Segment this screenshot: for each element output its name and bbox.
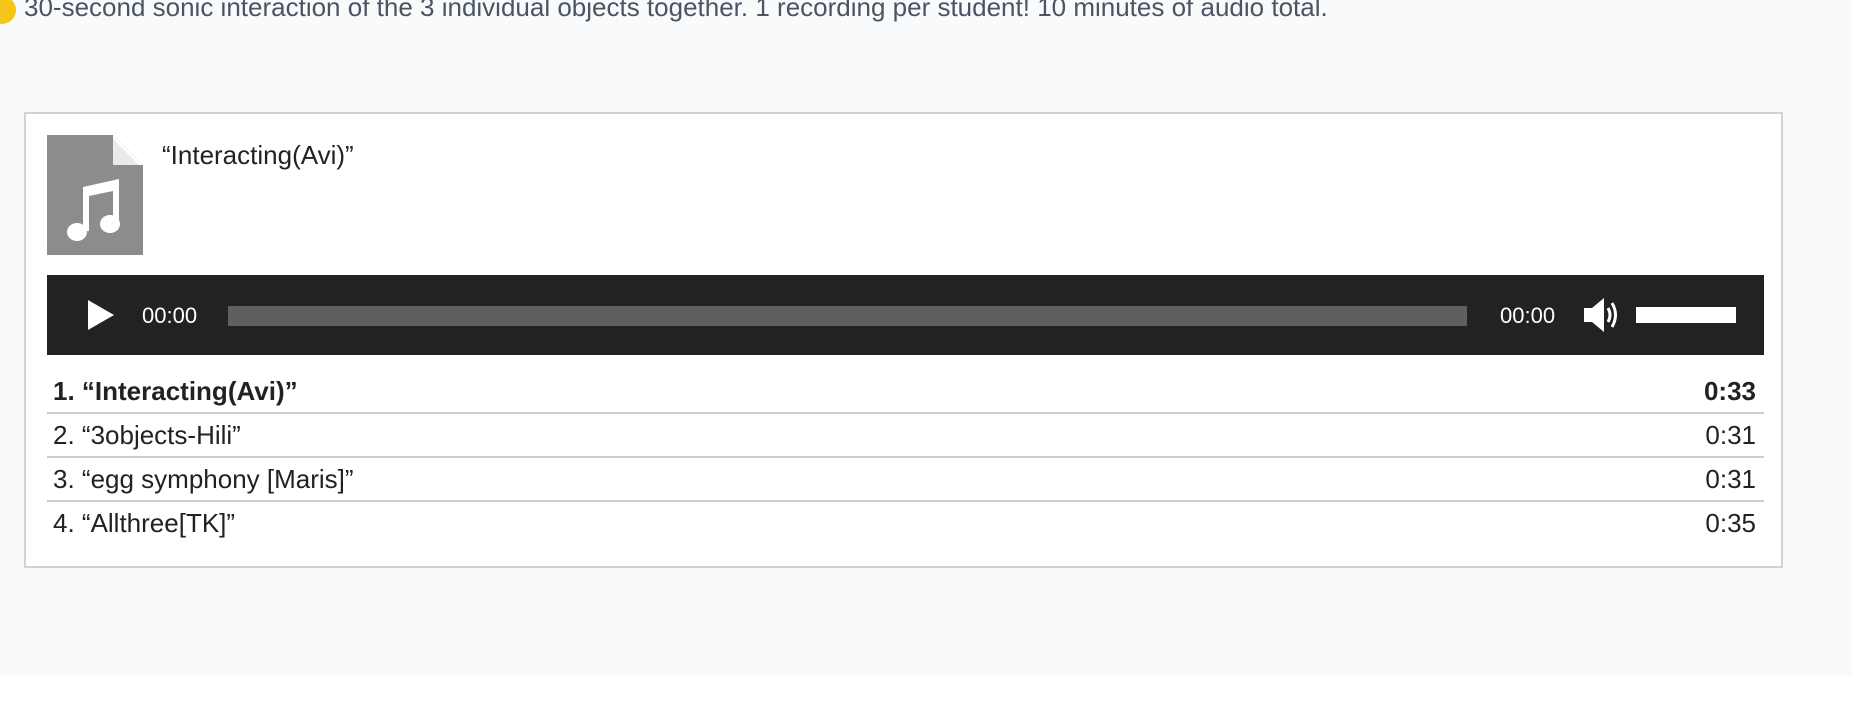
track-title: 4. “Allthree[TK]”	[53, 508, 236, 538]
now-playing-title: “Interacting(Avi)”	[162, 140, 354, 170]
track-item[interactable]: 2. “3objects-Hili” 0:31	[47, 414, 1764, 458]
track-length: 0:35	[1705, 508, 1756, 538]
track-title: 3. “egg symphony [Maris]”	[53, 464, 354, 494]
current-time: 00:00	[142, 303, 198, 328]
assignment-description: 30-second sonic interaction of the 3 ind…	[24, 0, 1328, 22]
track-list: 1. “Interacting(Avi)” 0:33 2. “3objects-…	[47, 370, 1764, 544]
music-file-icon	[47, 135, 143, 255]
track-title: 1. “Interacting(Avi)”	[53, 376, 298, 406]
progress-rail[interactable]	[228, 306, 1467, 326]
volume-slider[interactable]	[1636, 307, 1736, 323]
audio-playlist: “Interacting(Avi)” 00:00 00:00 1. “Inter…	[24, 112, 1783, 568]
track-length: 0:31	[1705, 420, 1756, 450]
track-item[interactable]: 3. “egg symphony [Maris]” 0:31	[47, 458, 1764, 502]
track-item[interactable]: 4. “Allthree[TK]” 0:35	[47, 502, 1764, 544]
duration-time: 00:00	[1500, 303, 1556, 328]
track-length: 0:33	[1703, 376, 1756, 406]
audio-player-controls: 00:00 00:00	[47, 275, 1764, 355]
play-icon[interactable]	[85, 298, 117, 332]
track-item[interactable]: 1. “Interacting(Avi)” 0:33	[47, 370, 1764, 414]
speaker-volume-icon[interactable]	[1582, 296, 1622, 334]
track-length: 0:31	[1705, 464, 1756, 494]
track-title: 2. “3objects-Hili”	[53, 420, 241, 450]
